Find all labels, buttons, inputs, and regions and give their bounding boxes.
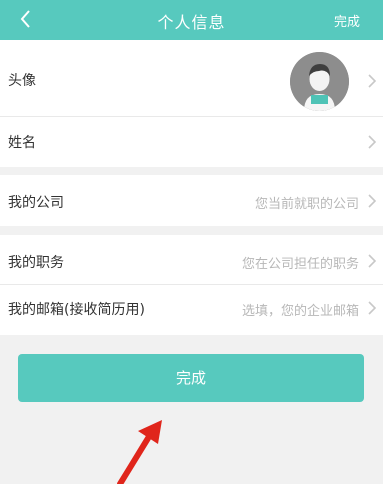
- chevron-right-icon: [368, 135, 377, 149]
- email-label: 我的邮箱(接收简历用): [8, 302, 145, 318]
- chevron-right-icon: [368, 254, 377, 268]
- email-field[interactable]: 选填，您的企业邮箱: [242, 300, 359, 319]
- annotation-arrow-icon: [117, 420, 162, 484]
- default-avatar-icon: [290, 52, 349, 111]
- avatar-label: 头像: [8, 73, 36, 89]
- company-field[interactable]: 您当前就职的公司: [255, 193, 359, 212]
- chevron-right-icon: [368, 194, 377, 208]
- company-section: 我的公司 您当前就职的公司: [0, 175, 383, 226]
- position-row[interactable]: 我的职务 您在公司担任的职务: [0, 235, 383, 284]
- position-field[interactable]: 您在公司担任的职务: [242, 253, 359, 272]
- name-row[interactable]: 姓名: [0, 117, 383, 167]
- avatar[interactable]: [290, 52, 349, 111]
- submit-button[interactable]: 完成: [18, 354, 364, 402]
- position-label: 我的职务: [8, 255, 64, 271]
- done-button-top[interactable]: 完成: [334, 11, 360, 30]
- name-label: 姓名: [8, 135, 36, 151]
- page-title: 个人信息: [157, 13, 226, 32]
- company-label: 我的公司: [8, 195, 64, 211]
- top-nav-bar: 个人信息 完成: [0, 0, 383, 40]
- company-row[interactable]: 我的公司 您当前就职的公司: [0, 175, 383, 226]
- chevron-right-icon: [368, 301, 377, 315]
- chevron-right-icon: [368, 74, 377, 88]
- email-row[interactable]: 我的邮箱(接收简历用) 选填，您的企业邮箱: [0, 285, 383, 335]
- job-section: 我的职务 您在公司担任的职务 我的邮箱(接收简历用) 选填，您的企业邮箱: [0, 235, 383, 335]
